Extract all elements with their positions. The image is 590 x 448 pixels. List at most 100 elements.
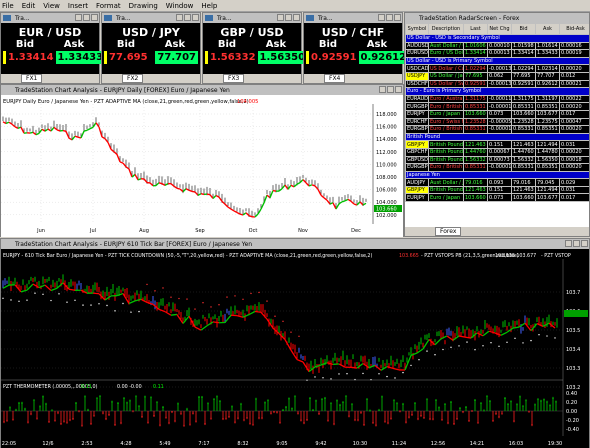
- vstop-dot: [474, 348, 476, 351]
- table-row[interactable]: USDCHF US Dollar / Sw 0.92591 -0.00013 0.925…: [405, 79, 589, 89]
- table-row[interactable]: EURGBP Euro / British 0.85331 -0.00001 0.853…: [405, 163, 589, 172]
- bid-price[interactable]: 1.56332: [205, 51, 258, 64]
- table-cell: 103.660: [463, 109, 488, 119]
- vstop-dot: [546, 335, 548, 337]
- maximize-icon[interactable]: [184, 14, 191, 21]
- bid-label: Bid: [318, 39, 338, 50]
- close-icon[interactable]: [293, 14, 300, 21]
- menu-drawing[interactable]: Drawing: [129, 2, 158, 10]
- group-header-row: Japanese Yen: [405, 170, 589, 180]
- table-row[interactable]: EURUSDEuro / US Dolla1.334140.000131.334…: [405, 49, 589, 58]
- ask-price[interactable]: 1.56350: [257, 51, 308, 64]
- close-icon[interactable]: [394, 14, 401, 21]
- table-row[interactable]: EURGBP Euro / British 0.85331 -0.00001 0.853…: [405, 125, 589, 134]
- chart-header-value-2: 103.636 103.677: [495, 253, 536, 259]
- bid-price[interactable]: 1.33414: [3, 51, 56, 64]
- x-tick-label: 16:03: [509, 441, 523, 447]
- vstop-dot: [386, 375, 388, 378]
- column-header[interactable]: Last: [463, 23, 488, 35]
- table-cell: 103.660: [463, 193, 488, 203]
- adaptive-ma-line: [74, 135, 79, 138]
- column-header[interactable]: Bid-Ask: [559, 23, 589, 35]
- quote-window-1: Tra... EUR / USD Bid Ask 1.33414 1.33433 FX1: [0, 12, 106, 84]
- quote-tab[interactable]: FX1: [21, 74, 43, 83]
- vstop-dot: [202, 302, 204, 304]
- table-row[interactable]: EURJPY Euro / Japan 103.660 0.073 103.660 103…: [405, 109, 589, 119]
- close-icon[interactable]: [91, 14, 98, 21]
- adaptive-ma-line: [239, 213, 244, 216]
- table-cell: EURJPY: [405, 109, 429, 119]
- maximize-icon[interactable]: [387, 86, 394, 93]
- column-header[interactable]: Net Chg: [487, 23, 512, 35]
- table-row[interactable]: USDJPY US Dollar / Jap 77.695 0.062 77.695 77…: [405, 71, 589, 81]
- table-row[interactable]: EURGBP Euro / British 0.85331 -0.00001 0.853…: [405, 102, 589, 111]
- quote-tab[interactable]: FX2: [122, 74, 144, 83]
- table-cell: 0.85331: [511, 102, 536, 111]
- minimize-icon[interactable]: [379, 86, 386, 93]
- maximize-icon[interactable]: [83, 14, 90, 21]
- menu-help[interactable]: Help: [201, 2, 217, 10]
- x-tick-label: 11:24: [392, 441, 406, 447]
- column-header[interactable]: Symbol: [405, 23, 429, 35]
- column-header[interactable]: Description: [428, 23, 464, 35]
- menu-edit[interactable]: Edit: [22, 2, 36, 10]
- table-row[interactable]: AUDJPY Aust Dollar / J 79.016 0.093 79.016 79…: [405, 178, 589, 187]
- table-row[interactable]: EURJPY Euro / Japan 103.660 0.073 103.660 103…: [405, 193, 589, 203]
- thermometer-tick: 0.40: [566, 391, 577, 397]
- x-tick-label: 4:28: [120, 441, 131, 447]
- table-cell: 0.073: [487, 193, 512, 203]
- table-row[interactable]: GBPJPY British Pound /121.463 0.151 121.463…: [405, 185, 589, 195]
- table-cell: 1.01598: [511, 41, 536, 51]
- table-row[interactable]: EURCHF Euro / Swiss F 1.23528 -0.00005 1.235…: [405, 117, 589, 127]
- menu-window[interactable]: Window: [166, 2, 194, 10]
- table-row[interactable]: EURAUD Euro / Australi 1.31175 -0.00011 1.31…: [405, 94, 589, 104]
- table-cell: 0.00047: [559, 117, 589, 127]
- quote-title-bar: Tra...: [304, 13, 402, 23]
- table-cell: 103.677: [535, 109, 560, 119]
- minimize-icon[interactable]: [277, 14, 284, 21]
- table-cell: US Dollar / Sw: [428, 79, 464, 89]
- ask-price[interactable]: 0.92612: [358, 51, 409, 64]
- vstop-dot: [274, 315, 276, 317]
- y-tick-label: 108.000: [376, 175, 397, 181]
- table-row[interactable]: USDCAD US Dollar / Ca 1.02294 -0.00013 1.022…: [405, 64, 589, 73]
- tab-forex[interactable]: Forex: [435, 227, 462, 236]
- vstop-dot: [466, 341, 468, 343]
- minimize-icon[interactable]: [75, 14, 82, 21]
- vstop-dot: [178, 297, 180, 300]
- close-icon[interactable]: [192, 14, 199, 21]
- vstop-dot: [210, 306, 212, 308]
- bid-price[interactable]: 77.695: [104, 51, 150, 64]
- daily-price-chart[interactable]: EURJPY Daily Euro / Japanese Yen - PZT A…: [1, 96, 403, 237]
- close-icon[interactable]: [395, 86, 402, 93]
- table-row[interactable]: GBPCHF British Pound /1.44760 0.00067 1.447…: [405, 147, 589, 157]
- column-header[interactable]: Bid: [511, 23, 536, 35]
- table-row[interactable]: GBPUSD British Pound /1.56332 0.00073 1.563…: [405, 155, 589, 165]
- quote-tab[interactable]: FX3: [223, 74, 245, 83]
- table-row[interactable]: GBPJPY British Pound /121.463 0.151 121.463…: [405, 140, 589, 149]
- vstop-dot: [218, 304, 220, 306]
- minimize-icon[interactable]: [565, 240, 572, 247]
- menu-insert[interactable]: Insert: [68, 2, 88, 10]
- bid-price[interactable]: 0.92591: [306, 51, 359, 64]
- thermometer-tick: 0.20: [566, 400, 577, 406]
- table-cell: 0.151: [487, 140, 512, 149]
- table-row[interactable]: AUDUSD Aust Dollar / U 1.01606 0.00010 1.015…: [405, 41, 589, 51]
- column-header[interactable]: Ask: [535, 23, 560, 35]
- vstop-dot: [554, 337, 556, 339]
- menu-format[interactable]: Format: [96, 2, 121, 10]
- maximize-icon[interactable]: [573, 240, 580, 247]
- close-icon[interactable]: [581, 240, 588, 247]
- minimize-icon[interactable]: [378, 14, 385, 21]
- quote-tab[interactable]: FX4: [324, 74, 346, 83]
- menu-view[interactable]: View: [43, 2, 60, 10]
- ask-price[interactable]: 77.707: [155, 51, 198, 64]
- minimize-icon[interactable]: [176, 14, 183, 21]
- ask-price[interactable]: 1.33433: [55, 51, 106, 64]
- quote-title: Tra...: [15, 14, 30, 22]
- menu-file[interactable]: File: [2, 2, 14, 10]
- maximize-icon[interactable]: [386, 14, 393, 21]
- maximize-icon[interactable]: [285, 14, 292, 21]
- tick-price-chart[interactable]: EURJPY - 610 Tick Bar Euro / Japanese Ye…: [1, 250, 589, 448]
- table-cell: 121.463: [511, 140, 536, 149]
